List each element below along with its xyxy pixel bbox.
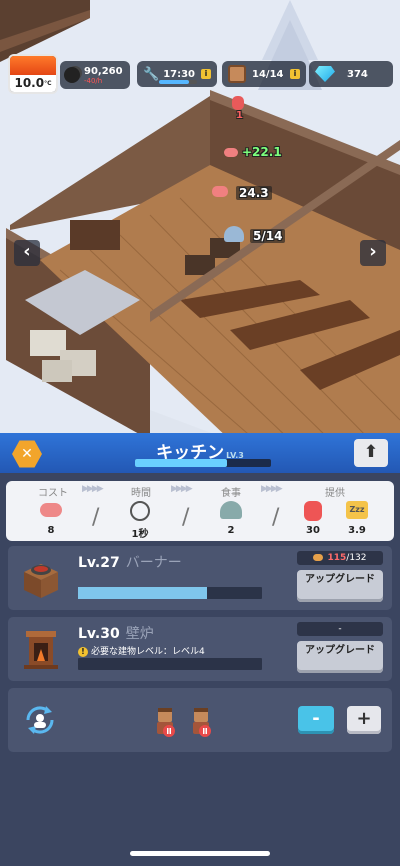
clock-icon <box>130 501 150 521</box>
info-icon[interactable]: i <box>290 69 300 79</box>
dish-icon <box>224 226 244 242</box>
population-value: 14/14 <box>252 68 284 80</box>
food-rate: +22.1 <box>242 145 282 159</box>
building-title-bar: ✕ キッチン LV.3 ⬆ <box>0 433 400 473</box>
upgrade-name: バーナー <box>125 555 182 571</box>
gem-icon <box>315 66 335 82</box>
stat-time-value: 1秒 <box>131 529 149 540</box>
alert-stomach-icon <box>232 96 244 110</box>
sleep-icon: Zzz <box>346 501 368 519</box>
temperature-value: 10.0 <box>14 76 45 90</box>
stat-rest-value: 3.9 <box>348 525 366 536</box>
previous-building-button[interactable]: ‹ <box>14 240 40 266</box>
upgrade-button[interactable]: アップグレード <box>297 570 383 602</box>
upgrade-card-fireplace: Lv.30 壁炉 ! 必要な建物レベル：レベル4 - アップグレード <box>8 617 392 681</box>
meat-count: 24.3 <box>236 186 272 200</box>
cloche-icon <box>220 501 242 519</box>
upgrade-level: Lv.27 <box>78 555 120 571</box>
furnace-icon <box>10 56 56 76</box>
worker-icon[interactable] <box>190 708 212 738</box>
upgrade-progress-bar <box>78 658 262 670</box>
coal-counter[interactable]: 90,260 -40/h <box>60 61 130 89</box>
worker-face-icon <box>228 65 246 83</box>
worker-icon[interactable] <box>154 708 176 738</box>
upgrade-requirement: 必要な建物レベル：レベル4 <box>91 647 205 657</box>
upgrade-cost-total: /132 <box>346 553 367 563</box>
upgrade-cost: - <box>297 622 383 636</box>
work-time-value: 17:30 <box>163 68 196 80</box>
coal-rate: -40/h <box>84 76 103 85</box>
building-level-progress <box>135 459 271 467</box>
population-counter[interactable]: 14/14 i <box>222 61 306 87</box>
meat-icon <box>212 186 228 197</box>
home-indicator[interactable] <box>130 851 270 856</box>
upgrade-name: 壁炉 <box>125 626 154 642</box>
add-worker-button[interactable]: + <box>347 706 381 734</box>
swap-worker-icon[interactable] <box>22 704 58 736</box>
temperature-indicator[interactable]: 10.0°C <box>8 54 58 94</box>
work-time-bar <box>159 80 197 84</box>
next-building-button[interactable]: › <box>360 240 386 266</box>
stat-meal-value: 2 <box>227 525 235 536</box>
dining-count: 5/14 <box>250 229 286 243</box>
building-upgrade-button[interactable]: ⬆ <box>354 439 388 467</box>
coal-small-icon <box>313 554 324 561</box>
stat-header-meal: 食事 <box>221 488 241 499</box>
upgrade-level: Lv.30 <box>78 626 120 642</box>
wrench-icon: 🔧 <box>143 66 160 82</box>
meat-icon <box>224 148 238 157</box>
gem-counter[interactable]: 374 <box>309 61 393 87</box>
warning-icon: ! <box>78 647 88 657</box>
temperature-unit: °C <box>44 80 52 87</box>
building-panel: ✕ キッチン LV.3 ⬆ コスト ▶▶▶▶ 時間 ▶▶▶▶ 食事 ▶▶▶▶ 提供… <box>0 433 400 866</box>
gem-value: 374 <box>347 68 368 80</box>
stat-serve-value: 30 <box>306 525 320 536</box>
remove-worker-button[interactable]: - <box>298 706 334 734</box>
upgrade-button[interactable]: アップグレード <box>297 641 383 673</box>
info-icon[interactable]: i <box>201 69 211 79</box>
stat-header-serve: 提供 <box>325 488 345 499</box>
work-time-counter[interactable]: 🔧 17:30 i <box>137 61 217 87</box>
stat-header-cost: コスト <box>38 488 68 499</box>
burner-icon <box>24 564 58 598</box>
game-scene[interactable]: 10.0°C 90,260 -40/h 🔧 17:30 i 14/14 i 37… <box>0 0 400 440</box>
stat-cost-value: 8 <box>47 525 55 536</box>
fireplace-icon <box>24 631 58 669</box>
upgrade-cost-have: 115 <box>327 553 347 563</box>
upgrade-cost: 115/132 <box>297 551 383 565</box>
stomach-icon <box>304 501 322 521</box>
coal-value: 90,260 <box>84 65 123 77</box>
alert-count: 1 <box>236 110 243 121</box>
worker-assignment: - + <box>8 688 392 752</box>
stat-header-time: 時間 <box>131 488 151 499</box>
upgrade-card-burner: Lv.27 バーナー 115/132 アップグレード <box>8 546 392 610</box>
upgrade-progress-bar <box>78 587 262 599</box>
production-stats: コスト ▶▶▶▶ 時間 ▶▶▶▶ 食事 ▶▶▶▶ 提供 Zzz / / / 8 … <box>6 481 394 541</box>
coal-icon <box>64 67 80 83</box>
meat-icon <box>40 503 62 517</box>
